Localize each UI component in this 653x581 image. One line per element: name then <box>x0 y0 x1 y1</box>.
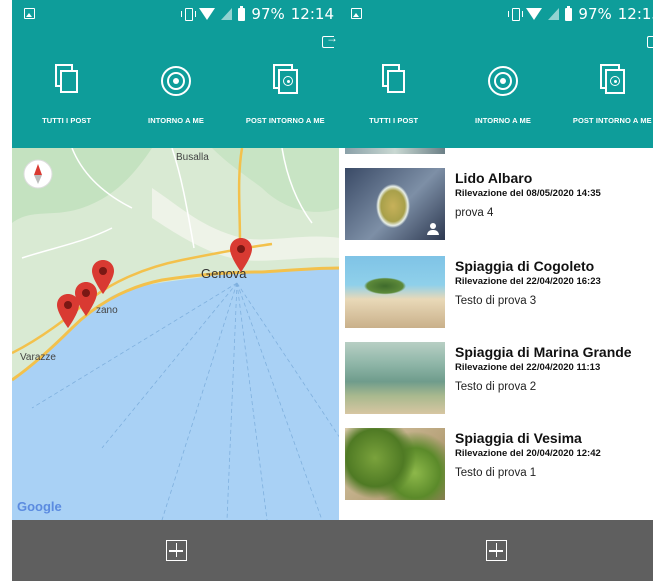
google-logo: Google <box>17 499 62 514</box>
post-text: Testo di prova 2 <box>455 381 537 393</box>
tab-label: TUTTI I POST <box>369 116 419 125</box>
battery-percent: 97% <box>251 5 285 23</box>
map-marker[interactable] <box>230 238 252 272</box>
add-post-icon[interactable] <box>165 540 187 561</box>
post-title: Spiaggia di Cogoleto <box>455 258 595 274</box>
documents-icon <box>52 64 82 98</box>
tab-label: POST INTORNO A ME <box>572 116 652 125</box>
bottom-bar <box>12 520 340 581</box>
tab-label: INTORNO A ME <box>148 116 204 125</box>
post-title: Spiaggia di Vesima <box>455 430 582 446</box>
tab-label: POST INTORNO A ME <box>245 116 325 125</box>
battery-icon <box>238 5 246 21</box>
map-label-arenzano: zano <box>96 305 118 316</box>
post-item[interactable]: Lido Albaro Rilevazione del 08/05/2020 1… <box>345 168 653 240</box>
post-image <box>345 168 445 240</box>
add-post-icon[interactable] <box>485 540 507 561</box>
post-date: Rilevazione del 20/04/2020 12:42 <box>455 448 601 459</box>
wifi-icon <box>199 8 216 20</box>
screen-posts-list: 97% 12:15 TUTTI I POST INTORNO A ME POST… <box>339 0 653 581</box>
posts-feed[interactable]: Lido Albaro Rilevazione del 08/05/2020 1… <box>339 148 653 520</box>
previous-post-thumbnail[interactable] <box>345 148 445 154</box>
post-image <box>345 342 445 414</box>
clock: 12:15 <box>617 5 653 23</box>
signal-icon <box>221 8 233 20</box>
battery-percent: 97% <box>578 5 612 23</box>
post-item[interactable]: Spiaggia di Marina Grande Rilevazione de… <box>345 342 653 414</box>
post-item[interactable]: Spiaggia di Cogoleto Rilevazione del 22/… <box>345 256 653 328</box>
post-image <box>345 256 445 328</box>
vibrate-icon <box>508 7 524 21</box>
image-notification-icon <box>24 8 35 19</box>
post-date: Rilevazione del 22/04/2020 11:13 <box>455 362 601 373</box>
post-item[interactable]: Spiaggia di Vesima Rilevazione del 20/04… <box>345 428 653 500</box>
screen-map-view: 97% 12:14 TUTTI I POST INTORNO A ME POST… <box>12 0 340 581</box>
tab-posts-around-me[interactable]: POST INTORNO A ME <box>558 64 653 125</box>
tab-label: INTORNO A ME <box>475 116 531 125</box>
status-indicators: 97% 12:15 <box>508 5 653 23</box>
clock: 12:14 <box>290 5 334 23</box>
tab-around-me[interactable]: INTORNO A ME <box>448 64 557 125</box>
battery-icon <box>565 5 573 21</box>
radar-icon <box>487 64 518 98</box>
map-marker[interactable] <box>57 294 79 328</box>
logout-icon[interactable] <box>647 31 653 48</box>
status-indicators: 97% 12:14 <box>181 5 334 23</box>
map-label-busalla: Busalla <box>176 152 209 163</box>
post-text: Testo di prova 1 <box>455 467 537 479</box>
post-text: prova 4 <box>455 207 494 219</box>
post-date: Rilevazione del 08/05/2020 14:35 <box>455 188 601 199</box>
post-image <box>345 428 445 500</box>
vibrate-icon <box>181 7 197 21</box>
map-label-varazze: Varazze <box>20 352 56 363</box>
map-canvas <box>12 148 340 520</box>
documents-icon <box>379 64 409 98</box>
tab-label: TUTTI I POST <box>42 116 92 125</box>
signal-icon <box>548 8 560 20</box>
post-text: Testo di prova 3 <box>455 295 537 307</box>
user-icon <box>427 223 439 235</box>
top-navigation: TUTTI I POST INTORNO A ME POST INTORNO A… <box>339 28 653 148</box>
tab-all-posts[interactable]: TUTTI I POST <box>12 64 121 125</box>
tab-all-posts[interactable]: TUTTI I POST <box>339 64 448 125</box>
location-document-icon <box>597 64 627 98</box>
image-notification-icon <box>351 8 362 19</box>
wifi-icon <box>526 8 543 20</box>
tab-around-me[interactable]: INTORNO A ME <box>121 64 230 125</box>
post-title: Spiaggia di Marina Grande <box>455 344 632 360</box>
status-bar: 97% 12:14 <box>12 0 340 28</box>
post-title: Lido Albaro <box>455 170 533 186</box>
top-navigation: TUTTI I POST INTORNO A ME POST INTORNO A… <box>12 28 340 148</box>
status-bar: 97% 12:15 <box>339 0 653 28</box>
location-document-icon <box>270 64 300 98</box>
tab-posts-around-me[interactable]: POST INTORNO A ME <box>231 64 340 125</box>
radar-icon <box>160 64 191 98</box>
bottom-bar <box>339 520 653 581</box>
logout-icon[interactable] <box>322 31 338 48</box>
post-date: Rilevazione del 22/04/2020 16:23 <box>455 276 601 287</box>
map-view[interactable]: Busalla Genova zano Varazze Google <box>12 148 340 520</box>
